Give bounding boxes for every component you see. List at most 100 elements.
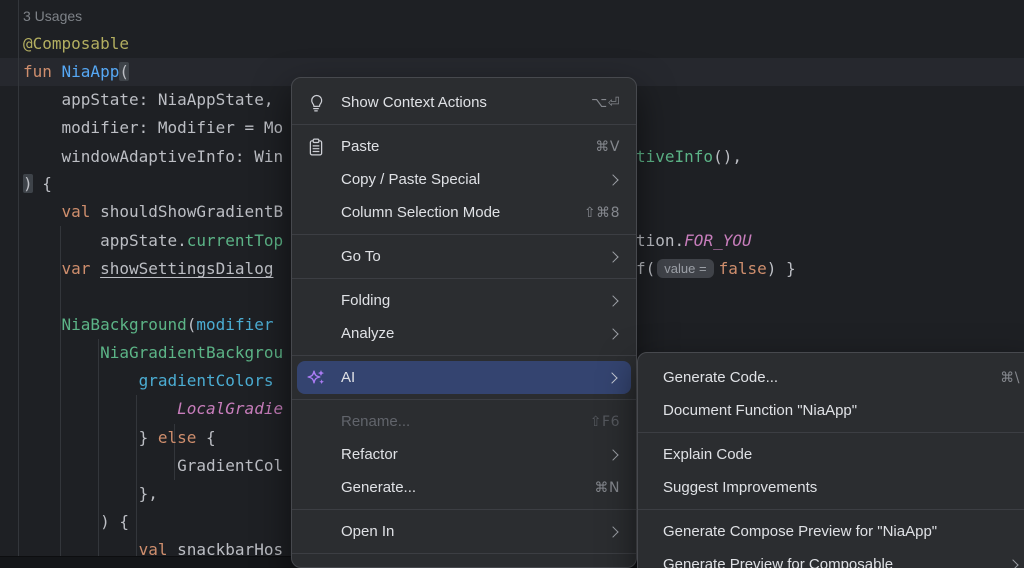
code-token: },	[23, 484, 158, 503]
lightbulb-icon	[306, 93, 326, 113]
menu-item-analyze[interactable]: Analyze	[292, 317, 636, 350]
menu-item-shortcut: ⌘N	[575, 480, 620, 496]
gutter-border	[18, 0, 19, 556]
menu-item-label: Column Selection Mode	[341, 204, 500, 221]
menu-item-shortcut: ⌘\	[980, 370, 1020, 386]
code-line[interactable]: },	[23, 480, 158, 508]
code-line[interactable]: NiaBackground(modifier	[23, 311, 273, 339]
menu-item-document-function[interactable]: Document Function "NiaApp"	[638, 394, 1024, 427]
code-token: val	[62, 202, 101, 221]
code-token	[23, 202, 62, 221]
code-line[interactable]: ) {	[23, 508, 129, 536]
code-token	[23, 343, 100, 362]
code-token: shouldShowGradientB	[100, 202, 283, 221]
menu-item-label: Generate Preview for Composable	[663, 556, 893, 568]
menu-item-generate-preview-composable[interactable]: Generate Preview for Composable	[638, 548, 1024, 568]
code-token: false	[719, 259, 767, 278]
kotlin-code-editor[interactable]: 3 Usages @Composablefun NiaApp( appState:…	[0, 0, 1024, 568]
usages-hint[interactable]: 3 Usages	[23, 4, 82, 28]
code-line[interactable]: fun NiaApp(	[23, 58, 129, 86]
code-token: currentTop	[187, 231, 283, 250]
menu-item-generate[interactable]: Generate... ⌘N	[292, 471, 636, 504]
menu-item-shortcut: ⌘V	[575, 139, 620, 155]
chevron-right-icon	[1007, 559, 1018, 568]
menu-item-generate-compose-preview[interactable]: Generate Compose Preview for "NiaApp"	[638, 515, 1024, 548]
menu-item-column-selection-mode[interactable]: Column Selection Mode ⇧⌘8	[292, 196, 636, 229]
menu-item-go-to[interactable]: Go To	[292, 240, 636, 273]
menu-item-label: Go To	[341, 248, 381, 265]
code-token: }	[23, 428, 158, 447]
menu-item-suggest-improvements[interactable]: Suggest Improvements	[638, 471, 1024, 504]
ai-submenu: Generate Code...⌘\ Document Function "Nia…	[637, 352, 1024, 568]
chevron-right-icon	[607, 295, 618, 306]
menu-item-label: Copy / Paste Special	[341, 171, 480, 188]
menu-item-show-context-actions[interactable]: Show Context Actions⌥⏎	[292, 86, 636, 119]
menu-separator	[292, 355, 636, 356]
menu-item-open-in[interactable]: Open In	[292, 515, 636, 548]
code-token	[23, 259, 62, 278]
code-line[interactable]: windowAdaptiveInfo: Win	[23, 143, 283, 171]
code-token: ) {	[23, 512, 129, 531]
code-token: 3 Usages	[23, 8, 82, 24]
menu-item-explain-code[interactable]: Explain Code	[638, 438, 1024, 471]
code-token: {	[196, 428, 215, 447]
menu-item-refactor[interactable]: Refactor	[292, 438, 636, 471]
code-token: else	[158, 428, 197, 447]
menu-item-copy-paste-special[interactable]: Copy / Paste Special	[292, 163, 636, 196]
code-token: appState.	[23, 231, 187, 250]
menu-item-label: Analyze	[341, 325, 394, 342]
code-token: NiaBackground	[62, 315, 187, 334]
menu-item-label: Refactor	[341, 446, 398, 463]
ai-sparkle-icon	[306, 368, 326, 388]
code-line-fragment[interactable]: f(value =false) }	[636, 255, 796, 283]
code-token: NiaApp	[62, 62, 120, 81]
code-token	[23, 371, 139, 390]
code-line-fragment[interactable]: tion.FOR_YOU	[636, 227, 752, 255]
menu-item-generate-code[interactable]: Generate Code...⌘\	[638, 361, 1024, 394]
menu-separator	[292, 509, 636, 510]
code-token: ) }	[767, 259, 796, 278]
code-line[interactable]: appState.currentTop	[23, 227, 283, 255]
code-line[interactable]: modifier: Modifier = Mo	[23, 114, 283, 142]
code-token: modifier	[196, 315, 273, 334]
menu-item-label: Folding	[341, 292, 390, 309]
code-line-fragment[interactable]: tiveInfo(),	[636, 143, 742, 171]
menu-item-ai[interactable]: AI	[297, 361, 631, 394]
code-token: var	[62, 259, 101, 278]
menu-separator	[292, 553, 636, 554]
code-line[interactable]: var showSettingsDialog	[23, 255, 273, 283]
code-token: modifier: Modifier = Mo	[23, 118, 283, 137]
code-token: gradientColors	[139, 371, 274, 390]
code-token: appState: NiaAppState,	[23, 90, 273, 109]
menu-item-label: Generate...	[341, 479, 416, 496]
code-line[interactable]: LocalGradie	[23, 395, 283, 423]
menu-item-shortcut: ⇧F6	[570, 414, 620, 430]
menu-item-paste[interactable]: Paste ⌘V	[292, 130, 636, 163]
menu-item-label: AI	[341, 369, 355, 386]
menu-item-label: Rename...	[341, 413, 410, 430]
code-token: {	[33, 174, 52, 193]
chevron-right-icon	[607, 526, 618, 537]
menu-item-label: Paste	[341, 138, 379, 155]
code-token: (),	[713, 147, 742, 166]
code-token: tion.	[636, 231, 684, 250]
menu-item-shortcut: ⇧⌘8	[564, 205, 620, 221]
menu-separator	[292, 124, 636, 125]
code-line[interactable]: ) {	[23, 170, 52, 198]
chevron-right-icon	[607, 251, 618, 262]
code-line[interactable]: NiaGradientBackgrou	[23, 339, 283, 367]
code-token: f(	[636, 259, 655, 278]
menu-item-folding[interactable]: Folding	[292, 284, 636, 317]
menu-item-label: Show Context Actions	[341, 94, 487, 111]
menu-separator	[638, 509, 1024, 510]
code-line[interactable]: @Composable	[23, 30, 129, 58]
code-line[interactable]: gradientColors	[23, 367, 273, 395]
code-line[interactable]: GradientCol	[23, 452, 283, 480]
chevron-right-icon	[607, 328, 618, 339]
menu-item-label: Explain Code	[663, 446, 752, 463]
code-line[interactable]: } else {	[23, 424, 216, 452]
code-line[interactable]: appState: NiaAppState,	[23, 86, 273, 114]
code-line[interactable]: val shouldShowGradientB	[23, 198, 283, 226]
menu-item-rename[interactable]: Rename... ⇧F6	[292, 405, 636, 438]
menu-item-label: Document Function "NiaApp"	[663, 402, 857, 419]
